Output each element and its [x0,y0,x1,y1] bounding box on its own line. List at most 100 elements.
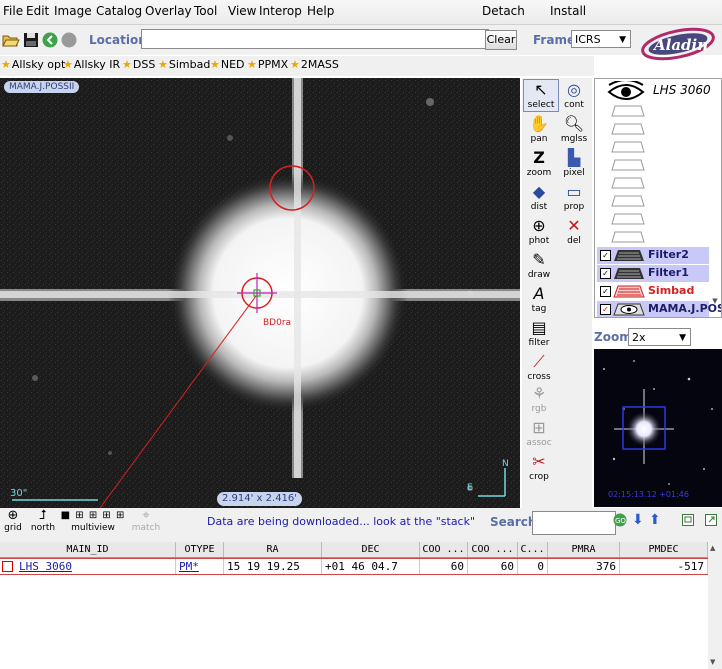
eye-icon[interactable] [607,79,645,106]
column-header[interactable]: DEC [322,542,420,557]
save-icon[interactable] [22,31,40,49]
bookmark-simbad[interactable]: ★Simbad [158,58,210,71]
column-header[interactable]: PMRA [548,542,620,557]
plane-checkbox[interactable]: ✓ [600,268,611,279]
cell-main-id[interactable]: LHS 3060 [16,559,176,574]
plane-checkbox[interactable]: ✓ [600,304,611,315]
go-icon[interactable]: GO [613,513,627,530]
source-label[interactable]: BD0ra [263,318,291,328]
bookmark-dss[interactable]: ★DSS [122,58,155,71]
tool-filter-button[interactable]: ▤ filter [522,318,556,349]
frame-select[interactable]: ICRS ▼ [571,30,631,48]
column-header[interactable]: MAIN_ID [0,542,176,557]
row-marker-icon[interactable] [2,561,13,572]
cross-icon: ⟋ [533,352,545,371]
plane-mama[interactable]: ✓ MAMA.J.POSSII [597,301,721,317]
tool-prop-button[interactable]: ▭ prop [557,182,591,213]
tool-dist-button[interactable]: ◆ dist [522,182,556,213]
survey-badge: MAMA.J.POSSII [4,81,80,93]
menu-image[interactable]: Image [54,4,92,18]
grid-button[interactable]: ⊕ grid [2,509,24,534]
tool-pixel-button[interactable]: ▙ pixel [557,148,591,179]
tool-del-button[interactable]: ✕ del [557,216,591,247]
column-header[interactable]: C... [518,542,548,557]
bookmark-allsky-opt[interactable]: ★Allsky opt [1,58,65,71]
scroll-down-icon[interactable]: ▼ [710,658,715,666]
menu-view[interactable]: View [228,4,256,18]
tool-zoom-button[interactable]: Zzoom [522,148,556,179]
pencil-icon: ✎ [532,250,546,269]
zoom-select[interactable]: 2x ▼ [628,328,691,346]
menu-help[interactable]: Help [307,4,334,18]
tool-select-button[interactable]: ↖ select [523,79,559,112]
plane-filter2[interactable]: ✓ Filter2 [597,247,709,264]
open-folder-icon[interactable] [2,31,20,49]
tool-assoc-button[interactable]: ⊞ assoc [522,418,556,449]
plane-checkbox[interactable]: ✓ [600,286,611,297]
bookmark-2mass[interactable]: ★2MASS [290,58,339,71]
plane-simbad[interactable]: ✓ Simbad [597,283,709,300]
assoc-icon: ⊞ [532,418,546,437]
location-input[interactable] [141,29,489,49]
tool-label: del [567,236,581,246]
panel-icon[interactable] [682,514,694,529]
table-scrollbar[interactable]: ▲ ▼ [708,542,722,669]
stop-icon[interactable] [60,31,78,49]
column-header[interactable]: COO ... [420,542,468,557]
menu-file[interactable]: File [3,4,23,18]
menu-detach[interactable]: Detach [482,4,525,18]
tool-pan-button[interactable]: ✋ pan [522,114,556,145]
table-row[interactable]: LHS 3060 PM* 15 19 19.25 +01 46 04.7 60 … [0,558,708,575]
tool-draw-button[interactable]: ✎ draw [522,250,556,281]
arrow-down-icon[interactable]: ⬇ [632,513,644,527]
bookmark-allsky-ir[interactable]: ★Allsky IR [63,58,120,71]
empty-plane-slot [611,213,645,225]
cell-dec: +01 46 04.7 [322,559,420,574]
stack-target-label: LHS 3060 [653,83,711,97]
column-header[interactable]: OTYPE [176,542,224,557]
tool-tag-button[interactable]: Atag [522,284,556,315]
scroll-up-icon[interactable]: ▲ [710,544,715,552]
tool-phot-button[interactable]: ⊕ phot [522,216,556,247]
multiview-button[interactable]: ■ ⊞ ⊞ ⊞ ⊞ multiview [60,509,126,533]
empty-plane-slot [611,105,645,117]
column-header[interactable]: RA [224,542,322,557]
tool-crop-button[interactable]: ✂ crop [522,452,556,483]
star-icon: ★ [158,58,168,71]
svg-text:Aladin: Aladin [652,36,708,54]
menu-install[interactable]: Install [550,4,586,18]
match-button[interactable]: ⌖ match [130,508,162,534]
plane-name: Filter1 [648,266,689,279]
tool-cont-button[interactable]: ◎ cont [557,80,591,111]
menu-interop[interactable]: Interop [259,4,302,18]
cell-otype[interactable]: PM* [176,559,224,574]
bookmark-ppmx[interactable]: ★PPMX [247,58,288,71]
detach-icon[interactable] [705,514,717,529]
bookmark-ned[interactable]: ★NED [210,58,245,71]
back-arrow-icon[interactable] [41,31,59,49]
bookmark-label: PPMX [257,58,289,71]
menu-overlay[interactable]: Overlay [145,4,192,18]
stack-scroll-arrow-icon[interactable]: ▼ [709,298,721,305]
plane-checkbox[interactable]: ✓ [600,250,611,261]
menu-edit[interactable]: Edit [26,4,49,18]
zoom-overview[interactable]: 02:15:13.12 +01:46 [594,349,722,507]
plane-filter1[interactable]: ✓ Filter1 [597,265,709,282]
north-button[interactable]: ⮥ north [30,509,56,534]
tool-rgb-button[interactable]: ⚘ rgb [522,384,556,415]
bookmark-label: NED [220,58,245,71]
arrow-up-icon[interactable]: ⬆ [649,513,661,527]
search-input[interactable] [532,511,616,535]
clear-button[interactable]: Clear [485,30,517,50]
match-icon: ⌖ [142,508,150,523]
column-header[interactable]: PMDEC [620,542,708,557]
tool-mglss-button[interactable]: 🔍︎ mglss [557,114,591,145]
column-header[interactable]: COO ... [468,542,518,557]
plane-name: Filter2 [648,248,689,261]
image-view[interactable]: N E BD0ra MAMA.J.POSSII 30" 2.914' x 2.4… [0,78,520,508]
menu-catalog[interactable]: Catalog [96,4,142,18]
tool-label: dist [530,202,548,212]
tool-cross-button[interactable]: ⟋ cross [522,352,556,383]
menu-tool[interactable]: Tool [194,4,217,18]
toolbar: Location Clear Frame ICRS ▼ Aladin [0,25,722,61]
